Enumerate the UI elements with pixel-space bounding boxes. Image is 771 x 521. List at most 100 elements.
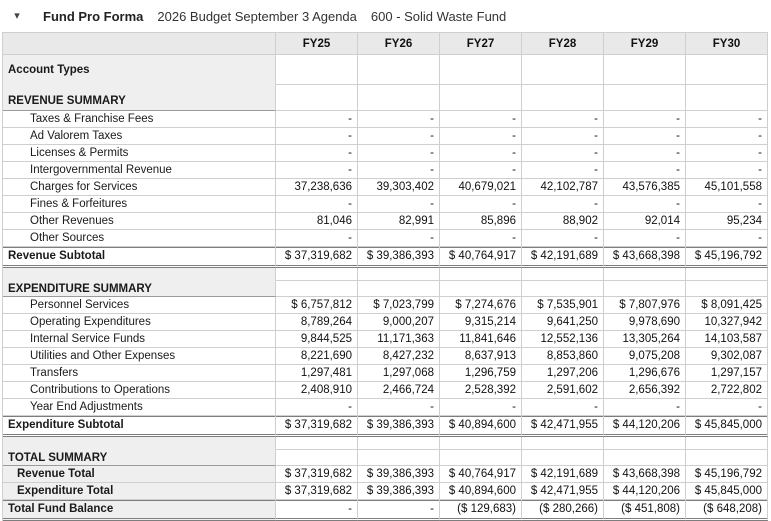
cell: ($ 129,683) [440, 500, 522, 521]
cell [358, 85, 440, 111]
cell [276, 55, 358, 85]
cell [440, 437, 522, 450]
table-row: Revenue Subtotal$ 37,319,682$ 39,386,393… [3, 247, 768, 268]
table-row [3, 268, 768, 281]
table-row: Revenue Total$ 37,319,682$ 39,386,393$ 4… [3, 466, 768, 483]
cell: $ 43,668,398 [604, 466, 686, 483]
cell: $ 39,386,393 [358, 483, 440, 500]
table-row: Licenses & Permits------ [3, 145, 768, 162]
cell: - [522, 145, 604, 162]
cell: - [604, 196, 686, 213]
cell: $ 42,471,955 [522, 483, 604, 500]
cell: 1,297,206 [522, 365, 604, 382]
cell: - [604, 230, 686, 247]
cell: - [440, 399, 522, 416]
cell: - [276, 230, 358, 247]
cell [522, 55, 604, 85]
cell: $ 37,319,682 [276, 416, 358, 437]
cell [276, 450, 358, 466]
cell [522, 450, 604, 466]
cell: - [440, 230, 522, 247]
cell: 43,576,385 [604, 179, 686, 196]
cell: 88,902 [522, 213, 604, 230]
row-label: Expenditure Total [3, 483, 276, 500]
cell: ($ 451,808) [604, 500, 686, 521]
table-row: Total Fund Balance--($ 129,683)($ 280,26… [3, 500, 768, 521]
cell: 92,014 [604, 213, 686, 230]
cell: - [358, 399, 440, 416]
cell: - [686, 399, 768, 416]
cell: $ 42,191,689 [522, 247, 604, 268]
cell [522, 268, 604, 281]
table-row: Internal Service Funds9,844,52511,171,36… [3, 331, 768, 348]
table-row [3, 437, 768, 450]
cell [686, 281, 768, 297]
cell: - [358, 500, 440, 521]
cell: 2,722,802 [686, 382, 768, 399]
cell: - [276, 111, 358, 128]
cell: $ 42,191,689 [522, 466, 604, 483]
cell: 1,297,068 [358, 365, 440, 382]
cell: - [604, 128, 686, 145]
row-label: Transfers [3, 365, 276, 382]
cell: $ 7,274,676 [440, 297, 522, 314]
cell: $ 43,668,398 [604, 247, 686, 268]
column-header-fy29: FY29 [604, 33, 686, 55]
cell: 1,296,759 [440, 365, 522, 382]
row-label: Personnel Services [3, 297, 276, 314]
cell: 12,552,136 [522, 331, 604, 348]
cell: 8,853,860 [522, 348, 604, 365]
collapse-icon[interactable]: ▾ [9, 11, 25, 22]
table-row: Utilities and Other Expenses8,221,6908,4… [3, 348, 768, 365]
cell [604, 281, 686, 297]
cell: 8,637,913 [440, 348, 522, 365]
row-label [3, 437, 276, 450]
cell: 9,075,208 [604, 348, 686, 365]
cell [686, 85, 768, 111]
column-header-fy26: FY26 [358, 33, 440, 55]
cell [440, 281, 522, 297]
row-label: Intergovernmental Revenue [3, 162, 276, 179]
cell: - [522, 399, 604, 416]
cell [604, 268, 686, 281]
table-row: Operating Expenditures8,789,2649,000,207… [3, 314, 768, 331]
cell: - [686, 111, 768, 128]
cell: - [440, 145, 522, 162]
row-label: Fines & Forfeitures [3, 196, 276, 213]
row-label: Other Sources [3, 230, 276, 247]
column-header-fy27: FY27 [440, 33, 522, 55]
cell: - [358, 196, 440, 213]
row-label: EXPENDITURE SUMMARY [3, 281, 276, 297]
cell: 82,991 [358, 213, 440, 230]
table-row: Ad Valorem Taxes------ [3, 128, 768, 145]
cell [522, 85, 604, 111]
cell: 45,101,558 [686, 179, 768, 196]
cell: $ 45,196,792 [686, 466, 768, 483]
report-title-bar: ▾ Fund Pro Forma 2026 Budget September 3… [0, 0, 771, 32]
cell: - [686, 128, 768, 145]
cell: $ 39,386,393 [358, 466, 440, 483]
row-label: Revenue Subtotal [3, 247, 276, 268]
cell: - [440, 128, 522, 145]
cell [358, 450, 440, 466]
cell: - [358, 162, 440, 179]
row-label: Year End Adjustments [3, 399, 276, 416]
cell: $ 40,894,600 [440, 416, 522, 437]
cell: - [522, 230, 604, 247]
cell: 81,046 [276, 213, 358, 230]
cell: 2,656,392 [604, 382, 686, 399]
cell: $ 45,845,000 [686, 483, 768, 500]
cell: $ 7,023,799 [358, 297, 440, 314]
row-label: Total Fund Balance [3, 500, 276, 521]
cell [686, 437, 768, 450]
cell: - [522, 162, 604, 179]
cell: $ 6,757,812 [276, 297, 358, 314]
cell: - [440, 162, 522, 179]
cell [358, 281, 440, 297]
cell: 11,841,646 [440, 331, 522, 348]
cell: - [604, 399, 686, 416]
column-header-fy25: FY25 [276, 33, 358, 55]
cell: 13,305,264 [604, 331, 686, 348]
cell [604, 85, 686, 111]
cell: $ 39,386,393 [358, 247, 440, 268]
